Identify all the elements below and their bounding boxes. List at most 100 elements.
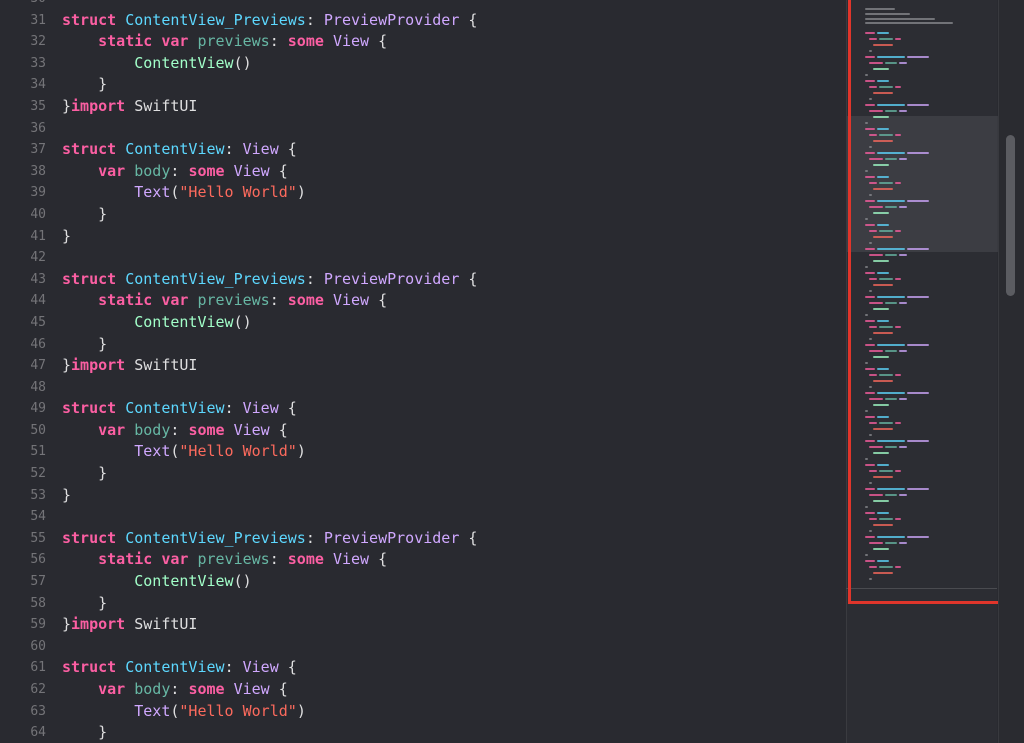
code-token: PreviewProvider — [323, 10, 460, 29]
code-line[interactable]: 57 ContentView() — [0, 571, 845, 593]
code-token: var — [98, 420, 126, 439]
code-token: static — [98, 550, 153, 569]
code-text: }import SwiftUI — [46, 355, 845, 377]
code-line[interactable]: 52 } — [0, 463, 845, 485]
code-text: Text("Hello World") — [46, 182, 845, 204]
code-editor[interactable]: 3031struct ContentView_Previews: Preview… — [0, 0, 1024, 743]
code-line[interactable]: 64 } — [0, 722, 845, 743]
code-token: } — [62, 75, 108, 94]
code-line[interactable]: 47}import SwiftUI — [0, 355, 845, 377]
code-token: : — [170, 161, 189, 180]
code-line[interactable]: 42 — [0, 247, 845, 269]
code-line[interactable]: 35}import SwiftUI — [0, 96, 845, 118]
code-token: View — [242, 399, 279, 418]
code-token: () — [233, 572, 252, 591]
code-line[interactable]: 33 ContentView() — [0, 53, 845, 75]
code-token: } — [62, 334, 108, 353]
code-line[interactable]: 60 — [0, 636, 845, 658]
code-token: : — [170, 420, 189, 439]
code-line[interactable]: 63 Text("Hello World") — [0, 701, 845, 723]
code-token: { — [459, 528, 478, 547]
code-line[interactable]: 46 } — [0, 334, 845, 356]
scroll-thumb[interactable] — [1006, 135, 1015, 296]
code-line[interactable]: 61 struct ContentView: View { — [0, 657, 845, 679]
code-token: : — [305, 269, 324, 288]
code-token: View — [332, 291, 370, 310]
code-token: { — [369, 550, 388, 569]
code-line[interactable]: 36 — [0, 118, 845, 140]
code-line[interactable]: 43 struct ContentView_Previews: PreviewPr… — [0, 269, 845, 291]
code-text: struct ContentView: View { — [46, 657, 845, 679]
code-line[interactable]: 54 — [0, 506, 845, 528]
code-token: body — [134, 420, 171, 439]
code-line[interactable]: 48 — [0, 377, 845, 399]
code-text: } — [46, 593, 845, 615]
code-token: PreviewProvider — [323, 528, 460, 547]
code-text: Text("Hello World") — [46, 701, 845, 723]
line-number: 50 — [30, 422, 46, 438]
code-line[interactable]: 53} — [0, 485, 845, 507]
code-token: PreviewProvider — [323, 269, 460, 288]
code-token: : — [224, 399, 243, 418]
code-line[interactable]: 55 struct ContentView_Previews: PreviewPr… — [0, 528, 845, 550]
code-token: { — [278, 140, 297, 159]
code-line[interactable]: 50 var body: some View { — [0, 420, 845, 442]
code-line[interactable]: 45 ContentView() — [0, 312, 845, 334]
code-line[interactable]: 58 } — [0, 593, 845, 615]
line-number: 58 — [30, 595, 46, 611]
code-token: some — [188, 680, 225, 698]
code-token: some — [188, 161, 225, 180]
code-token: : — [269, 291, 288, 310]
line-number: 47 — [30, 358, 46, 374]
code-line[interactable]: 41} — [0, 226, 845, 248]
code-token: View — [332, 32, 370, 51]
code-text: ContentView() — [46, 53, 845, 75]
code-text: var body: some View { — [46, 420, 845, 442]
code-text: }import SwiftUI — [46, 614, 845, 636]
code-line[interactable]: 49 struct ContentView: View { — [0, 398, 845, 420]
line-number: 45 — [30, 314, 46, 330]
code-line[interactable]: 39 Text("Hello World") — [0, 182, 845, 204]
code-line[interactable]: 32 static var previews: some View { — [0, 31, 845, 53]
line-number: 48 — [30, 379, 46, 395]
code-token: SwiftUI — [125, 96, 198, 115]
code-token: : — [305, 528, 324, 547]
vertical-scrollbar[interactable] — [998, 0, 1024, 743]
code-line[interactable]: 44 static var previews: some View { — [0, 290, 845, 312]
code-text: Text("Hello World") — [46, 441, 845, 463]
code-token: : — [224, 658, 243, 677]
code-line[interactable]: 30 — [0, 0, 845, 10]
code-token: struct — [62, 140, 117, 159]
code-line[interactable]: 62 var body: some View { — [0, 679, 845, 701]
line-number: 36 — [30, 120, 46, 136]
code-token: import — [71, 615, 126, 634]
code-token: View — [233, 161, 270, 180]
code-text: struct ContentView_Previews: PreviewProv… — [46, 269, 845, 291]
code-area[interactable]: 3031struct ContentView_Previews: Preview… — [0, 0, 845, 743]
code-token: import — [71, 96, 126, 115]
code-token: ContentView — [134, 572, 234, 591]
code-token: static — [98, 32, 153, 51]
code-token: { — [269, 161, 288, 180]
code-token: { — [369, 32, 388, 51]
code-line[interactable]: 59}import SwiftUI — [0, 614, 845, 636]
code-line[interactable]: 34 } — [0, 74, 845, 96]
code-line[interactable]: 56 static var previews: some View { — [0, 549, 845, 571]
code-line[interactable]: 37 struct ContentView: View { — [0, 139, 845, 161]
code-token: var — [161, 291, 189, 310]
code-text: ContentView() — [46, 312, 845, 334]
code-line[interactable]: 31 struct ContentView_Previews: PreviewPr… — [0, 10, 845, 32]
code-line[interactable]: 40 } — [0, 204, 845, 226]
code-line[interactable]: 38 var body: some View { — [0, 161, 845, 183]
code-token: var — [98, 161, 126, 180]
code-line[interactable]: 51 Text("Hello World") — [0, 441, 845, 463]
line-number: 40 — [30, 206, 46, 222]
